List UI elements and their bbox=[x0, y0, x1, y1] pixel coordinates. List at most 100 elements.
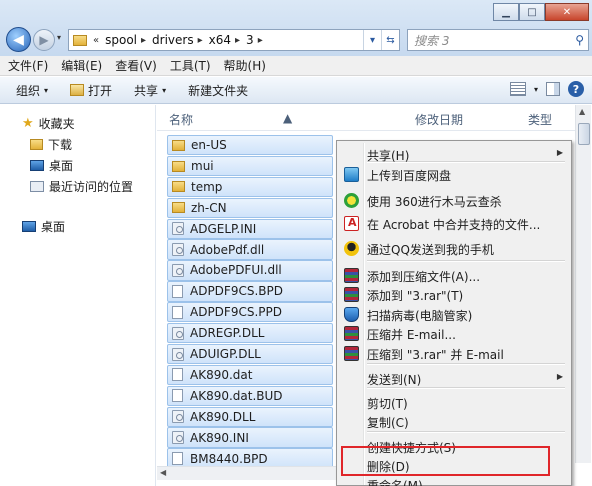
preview-pane-icon[interactable] bbox=[546, 82, 560, 96]
file-name: mui bbox=[191, 159, 214, 174]
open-button[interactable]: 打开 bbox=[70, 82, 112, 99]
file-row[interactable]: ADUIGP.DLL bbox=[167, 343, 333, 365]
search-input[interactable]: 搜索 3 ⚲ bbox=[407, 29, 589, 51]
new-folder-button[interactable]: 新建文件夹 bbox=[188, 82, 248, 99]
context-menu-item[interactable]: 复制(C) bbox=[339, 411, 569, 431]
file-row[interactable]: zh-CN bbox=[167, 197, 333, 218]
context-menu-item[interactable]: 在 Acrobat 中合并支持的文件... bbox=[339, 213, 569, 233]
settings-file-icon bbox=[172, 410, 184, 424]
file-row[interactable]: AK890.DLL bbox=[167, 406, 333, 427]
submenu-arrow-icon: ▶ bbox=[556, 148, 563, 157]
file-row[interactable]: AK890.INI bbox=[167, 427, 333, 448]
horizontal-scrollbar[interactable]: ◀ bbox=[157, 466, 337, 480]
recent-pages-dropdown[interactable]: ▾ bbox=[57, 33, 61, 42]
file-icon bbox=[172, 368, 183, 382]
file-row[interactable]: mui bbox=[167, 155, 333, 177]
nav-desktop-root[interactable]: 桌面 bbox=[22, 218, 65, 235]
context-menu-item[interactable]: 剪切(T) bbox=[339, 392, 569, 412]
context-menu-label: 压缩并 E-mail... bbox=[367, 328, 456, 342]
breadcrumb-spool[interactable]: spool bbox=[105, 33, 137, 47]
file-row[interactable]: en-US bbox=[167, 135, 333, 156]
menu-help[interactable]: 帮助(H) bbox=[224, 57, 266, 74]
column-date-modified[interactable]: 修改日期 bbox=[415, 111, 463, 128]
forward-button[interactable]: ▶ bbox=[33, 29, 55, 51]
context-menu-item[interactable]: 扫描病毒(电脑管家) bbox=[339, 304, 569, 324]
context-menu-item[interactable]: 通过QQ发送到我的手机 bbox=[339, 238, 569, 258]
column-name[interactable]: 名称 bbox=[169, 111, 193, 128]
address-dropdown-button[interactable]: ▾ bbox=[363, 30, 381, 50]
title-bar: ▁ □ ✕ ◀ ▶ ▾ « spool ▸ drivers ▸ x64 ▸ 3 … bbox=[0, 0, 592, 56]
file-name: AK890.dat.BUD bbox=[190, 388, 283, 403]
file-row[interactable]: temp bbox=[167, 176, 333, 198]
folder-icon bbox=[172, 139, 185, 151]
search-icon[interactable]: ⚲ bbox=[575, 33, 584, 47]
context-menu-label: 在 Acrobat 中合并支持的文件... bbox=[367, 218, 541, 232]
downloads-folder-icon bbox=[30, 139, 43, 150]
menu-edit[interactable]: 编辑(E) bbox=[61, 57, 102, 74]
new-folder-label: 新建文件夹 bbox=[188, 83, 249, 98]
help-icon[interactable]: ? bbox=[568, 81, 584, 97]
file-row[interactable]: AK890.dat bbox=[167, 364, 333, 386]
context-menu-item[interactable]: 共享(H) ▶ bbox=[339, 144, 569, 164]
settings-file-icon bbox=[172, 243, 184, 257]
scrollbar-thumb[interactable] bbox=[578, 123, 590, 145]
context-menu-item[interactable]: 压缩到 "3.rar" 并 E-mail bbox=[339, 343, 569, 363]
file-row[interactable]: AdobePdf.dll bbox=[167, 239, 333, 260]
scroll-left-icon[interactable]: ◀ bbox=[160, 468, 166, 477]
breadcrumb-separator[interactable]: ▸ bbox=[198, 35, 203, 46]
maximize-button[interactable]: □ bbox=[519, 3, 545, 21]
share-button[interactable]: 共享 ▾ bbox=[134, 82, 166, 99]
breadcrumb-separator[interactable]: ▸ bbox=[141, 35, 146, 46]
file-icon bbox=[172, 389, 183, 403]
file-name: ADUIGP.DLL bbox=[190, 347, 261, 362]
file-row[interactable]: ADGELP.INI bbox=[167, 218, 333, 239]
view-options-dropdown[interactable]: ▾ bbox=[534, 85, 538, 94]
menu-bar: 文件(F) 编辑(E) 查看(V) 工具(T) 帮助(H) bbox=[0, 56, 592, 76]
context-menu-item[interactable]: 上传到百度网盘 bbox=[339, 164, 569, 184]
refresh-button[interactable]: ⇆ bbox=[381, 30, 399, 50]
file-name: ADPDF9CS.BPD bbox=[190, 284, 283, 299]
settings-file-icon bbox=[172, 347, 184, 361]
open-icon bbox=[70, 84, 85, 96]
menu-tools[interactable]: 工具(T) bbox=[170, 57, 211, 74]
context-menu-item[interactable]: 压缩并 E-mail... bbox=[339, 323, 569, 343]
organize-button[interactable]: 组织 ▾ bbox=[16, 82, 48, 99]
menu-file[interactable]: 文件(F) bbox=[8, 57, 48, 74]
window-controls: ▁ □ ✕ bbox=[493, 3, 589, 21]
breadcrumb-x64[interactable]: x64 bbox=[209, 33, 231, 47]
breadcrumb-separator[interactable]: ▸ bbox=[235, 35, 240, 46]
column-type[interactable]: 类型 bbox=[528, 111, 552, 128]
nav-recent[interactable]: 最近访问的位置 bbox=[30, 178, 133, 195]
breadcrumb-3[interactable]: 3 bbox=[246, 33, 254, 47]
nav-downloads[interactable]: 下载 bbox=[30, 136, 72, 153]
file-row[interactable]: ADPDF9CS.PPD bbox=[167, 302, 333, 323]
change-view-icon[interactable] bbox=[509, 82, 526, 96]
file-row[interactable]: ADPDF9CS.BPD bbox=[167, 281, 333, 302]
close-button[interactable]: ✕ bbox=[545, 3, 589, 21]
address-bar[interactable]: « spool ▸ drivers ▸ x64 ▸ 3 ▸ ▾ ⇆ bbox=[68, 29, 400, 51]
breadcrumb-overflow[interactable]: « bbox=[93, 35, 99, 46]
nav-favorites[interactable]: ★ 收藏夹 bbox=[22, 115, 75, 132]
context-menu-item[interactable]: 添加到压缩文件(A)... bbox=[339, 265, 569, 285]
file-row[interactable]: ADREGP.DLL bbox=[167, 323, 333, 344]
minimize-button[interactable]: ▁ bbox=[493, 3, 519, 21]
vertical-scrollbar[interactable]: ▲ bbox=[575, 105, 591, 463]
menu-view[interactable]: 查看(V) bbox=[115, 57, 157, 74]
nav-desktop[interactable]: 桌面 bbox=[30, 157, 73, 174]
context-menu-item[interactable]: 发送到(N) ▶ bbox=[339, 368, 569, 388]
context-menu-item[interactable]: 使用 360进行木马云查杀 bbox=[339, 190, 569, 210]
file-row[interactable]: AK890.dat.BUD bbox=[167, 385, 333, 406]
winrar-icon bbox=[344, 326, 359, 341]
file-name: en-US bbox=[191, 138, 227, 153]
file-row[interactable]: AdobePDFUI.dll bbox=[167, 260, 333, 281]
file-name: AK890.INI bbox=[190, 430, 249, 445]
context-menu-label: 添加到 "3.rar"(T) bbox=[367, 289, 464, 303]
desktop-icon bbox=[30, 160, 44, 171]
context-menu-item[interactable]: 添加到 "3.rar"(T) bbox=[339, 284, 569, 304]
file-name: ADREGP.DLL bbox=[190, 326, 265, 341]
file-name: AK890.DLL bbox=[190, 409, 256, 424]
breadcrumb-drivers[interactable]: drivers bbox=[152, 33, 194, 47]
back-button[interactable]: ◀ bbox=[6, 27, 31, 52]
scroll-up-icon[interactable]: ▲ bbox=[579, 107, 585, 116]
breadcrumb-separator[interactable]: ▸ bbox=[258, 35, 263, 46]
